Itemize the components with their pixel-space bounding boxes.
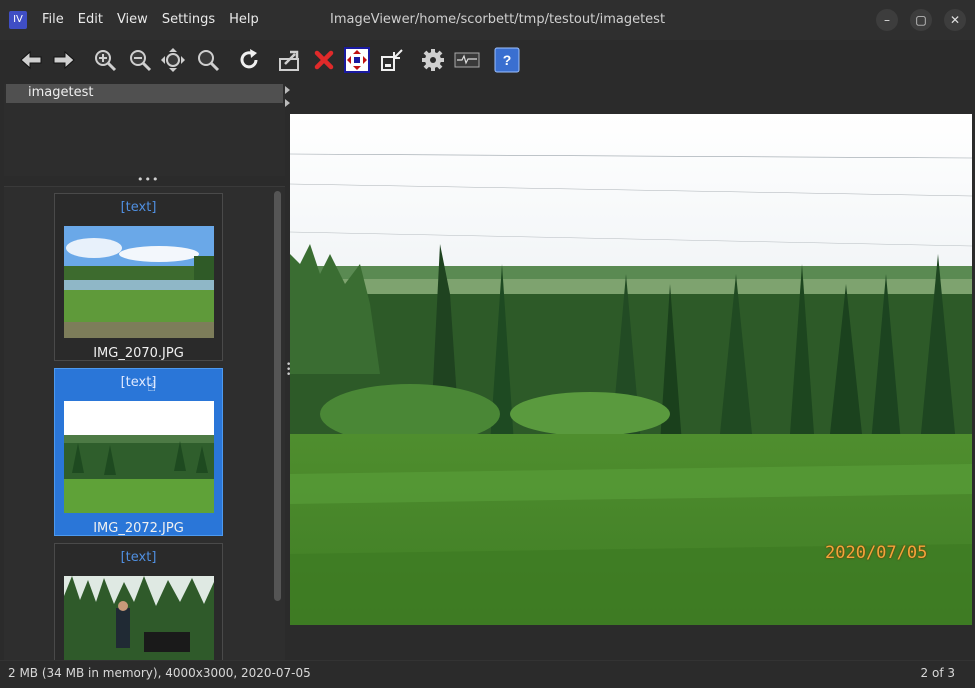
main-photo: 2020/07/05	[290, 114, 972, 625]
settings-icon[interactable]	[419, 46, 447, 74]
thumbnail-item[interactable]: [text] IMG_2070.JPG	[54, 193, 223, 361]
thumbnail-image	[64, 226, 214, 338]
zoom-out-icon[interactable]	[126, 46, 154, 74]
horizontal-splitter-handle[interactable]: •••	[137, 174, 159, 185]
menu-bar: File Edit View Settings Help	[42, 11, 273, 29]
menu-view[interactable]: View	[117, 11, 158, 29]
thumbnail-list: [text] IMG_2070.JPG [text] IMG_2072.JPG …	[4, 186, 285, 660]
delete-icon[interactable]	[310, 46, 338, 74]
left-panel: imagetest ••• [text] IMG_2070.JPG [text]…	[0, 82, 285, 660]
hand-cursor-icon: ☝	[147, 377, 157, 395]
status-bar: 2 MB (34 MB in memory), 4000x3000, 2020-…	[0, 660, 975, 688]
thumbnail-filename: IMG_2070.JPG	[93, 346, 184, 361]
thumbnail-item[interactable]: [text]	[54, 543, 223, 660]
tree-item-imagetest[interactable]: imagetest	[6, 84, 283, 103]
zoom-in-icon[interactable]	[91, 46, 119, 74]
fit-window-icon[interactable]	[159, 46, 187, 74]
toolbar: ?	[0, 40, 975, 82]
window-title: ImageViewer/home/scorbett/tmp/testout/im…	[330, 12, 666, 27]
external-window-icon[interactable]	[378, 46, 406, 74]
zoom-original-icon[interactable]	[194, 46, 222, 74]
tree-item-label: imagetest	[28, 85, 94, 100]
menu-settings[interactable]: Settings	[162, 11, 225, 29]
folder-tree: imagetest	[4, 84, 285, 176]
thumbnail-image	[64, 576, 214, 660]
help-icon[interactable]: ?	[493, 46, 521, 74]
image-viewer[interactable]: 2020/07/05	[290, 82, 975, 660]
export-icon[interactable]	[276, 46, 304, 74]
reload-icon[interactable]	[235, 46, 263, 74]
menu-file[interactable]: File	[42, 11, 74, 29]
thumbnail-image	[64, 401, 214, 513]
close-button[interactable]: ✕	[944, 9, 966, 31]
fullscreen-icon[interactable]	[343, 46, 371, 74]
minimize-button[interactable]: –	[876, 9, 898, 31]
thumbnail-scrollbar[interactable]	[274, 191, 281, 601]
back-arrow-icon[interactable]	[17, 46, 45, 74]
monitor-icon[interactable]	[453, 46, 481, 74]
forward-arrow-icon[interactable]	[50, 46, 78, 74]
date-stamp: 2020/07/05	[825, 543, 928, 563]
image-info: 2 MB (34 MB in memory), 4000x3000, 2020-…	[8, 666, 311, 680]
help-label: ?	[503, 52, 512, 68]
thumbnail-filename: IMG_2072.JPG	[93, 521, 184, 536]
menu-help[interactable]: Help	[229, 11, 269, 29]
menu-edit[interactable]: Edit	[78, 11, 113, 29]
maximize-button[interactable]: ▢	[910, 9, 932, 31]
thumbnail-caption[interactable]: [text]	[55, 550, 222, 565]
thumbnail-caption[interactable]: [text]	[55, 375, 222, 390]
app-icon: IV	[9, 11, 27, 29]
title-bar: IV File Edit View Settings Help ImageVie…	[0, 0, 975, 40]
thumbnail-item-selected[interactable]: [text] IMG_2072.JPG ☝	[54, 368, 223, 536]
thumbnail-caption[interactable]: [text]	[55, 200, 222, 215]
image-position: 2 of 3	[920, 666, 955, 680]
